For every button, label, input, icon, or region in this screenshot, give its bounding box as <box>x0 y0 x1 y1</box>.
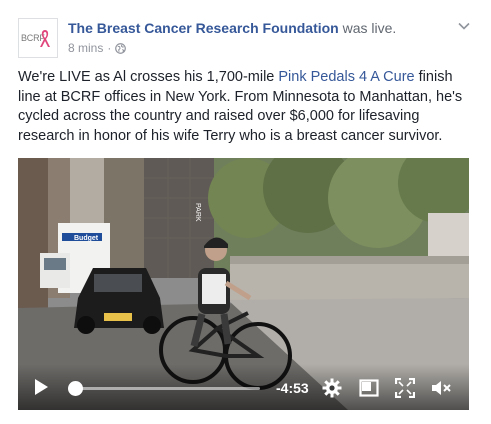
time-remaining: -4:53 <box>276 380 309 396</box>
chevron-down-icon[interactable] <box>457 19 471 33</box>
post-title-line: The Breast Cancer Research Foundation wa… <box>68 19 448 37</box>
progress-knob[interactable] <box>68 381 83 396</box>
gear-icon[interactable] <box>322 378 342 398</box>
post-header: The Breast Cancer Research Foundation wa… <box>68 19 448 55</box>
timestamp[interactable]: 8 mins <box>68 41 103 55</box>
page-name-link[interactable]: The Breast Cancer Research Foundation <box>68 20 339 36</box>
pink-pedals-link[interactable]: Pink Pedals 4 A Cure <box>278 69 414 85</box>
globe-icon[interactable] <box>115 42 127 54</box>
picture-in-picture-icon[interactable] <box>359 378 379 398</box>
bcrf-logo: BCRF <box>21 28 55 48</box>
live-video-post: BCRF The Breast Cancer Research Foundati… <box>0 0 491 424</box>
play-icon[interactable] <box>32 378 50 396</box>
post-body-part1: We're LIVE as Al crosses his 1,700-mile <box>18 69 279 85</box>
live-video-player[interactable]: PARK Budget -4:53 <box>18 158 469 410</box>
park-sign: PARK <box>194 203 201 222</box>
progress-bar[interactable] <box>74 387 260 390</box>
live-status-text: was live. <box>342 20 397 36</box>
page-avatar[interactable]: BCRF <box>18 18 58 58</box>
fullscreen-icon[interactable] <box>395 378 415 398</box>
meta-separator: · <box>107 41 112 55</box>
post-body-text: We're LIVE as Al crosses his 1,700-mile … <box>18 68 478 146</box>
truck-sign: Budget <box>74 235 99 242</box>
post-meta: 8 mins · <box>68 41 127 55</box>
mute-icon[interactable] <box>431 378 451 398</box>
video-controls: -4:53 <box>18 364 469 410</box>
pink-ribbon-icon <box>40 30 50 47</box>
